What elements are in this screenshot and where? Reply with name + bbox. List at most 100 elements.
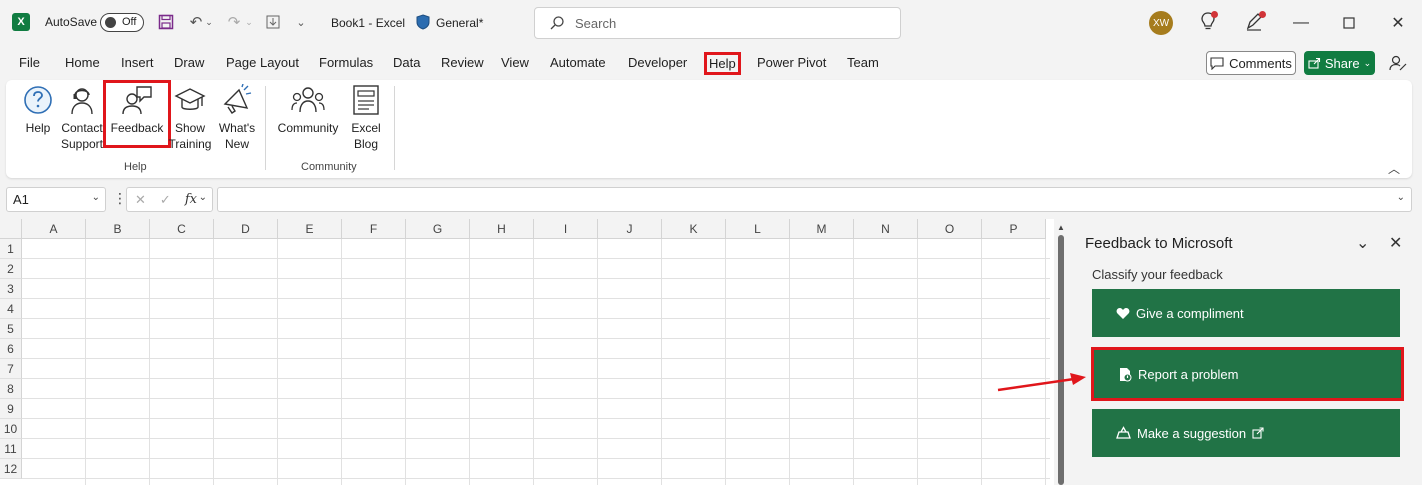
tab-file[interactable]: File bbox=[19, 55, 40, 70]
shield-icon[interactable] bbox=[416, 14, 430, 30]
chevron-down-icon[interactable]: ⌄ bbox=[199, 192, 207, 203]
column-header-m[interactable]: M bbox=[790, 219, 854, 239]
row-header-8[interactable]: 8 bbox=[0, 379, 22, 399]
chevron-down-icon[interactable]: ⌄ bbox=[92, 192, 100, 203]
name-box[interactable]: A1 ⌄ bbox=[6, 187, 106, 212]
tab-help[interactable]: Help bbox=[704, 52, 741, 75]
select-all-corner[interactable] bbox=[0, 219, 22, 239]
tab-insert[interactable]: Insert bbox=[121, 55, 154, 70]
formula-input[interactable]: ⌄ bbox=[217, 187, 1412, 212]
column-header-n[interactable]: N bbox=[854, 219, 918, 239]
column-header-b[interactable]: B bbox=[86, 219, 150, 239]
report-problem-icon bbox=[1120, 367, 1132, 381]
pane-close-icon[interactable]: ✕ bbox=[1389, 233, 1402, 253]
cell-area[interactable] bbox=[22, 239, 1050, 485]
community-icon bbox=[291, 87, 325, 113]
row-header-5[interactable]: 5 bbox=[0, 319, 22, 339]
row-header-10[interactable]: 10 bbox=[0, 419, 22, 439]
community-button[interactable]: Community bbox=[274, 84, 342, 136]
excel-blog-label-2: Blog bbox=[353, 137, 379, 151]
help-button[interactable]: Help bbox=[20, 84, 56, 136]
pen-icon[interactable] bbox=[1243, 10, 1266, 32]
column-header-p[interactable]: P bbox=[982, 219, 1046, 239]
column-header-h[interactable]: H bbox=[470, 219, 534, 239]
maximize-icon[interactable] bbox=[1334, 8, 1364, 38]
minimize-icon[interactable]: — bbox=[1286, 8, 1316, 38]
column-header-o[interactable]: O bbox=[918, 219, 982, 239]
spreadsheet-grid: ABCDEFGHIJKLMNOP 1 2 3 4 5 6 7 8 9 10 11 12 ▲ bbox=[0, 219, 1068, 485]
avatar[interactable]: XW bbox=[1149, 11, 1173, 35]
column-header-j[interactable]: J bbox=[598, 219, 662, 239]
tab-developer[interactable]: Developer bbox=[628, 55, 687, 70]
megaphone-icon bbox=[223, 84, 252, 114]
row-header-4[interactable]: 4 bbox=[0, 299, 22, 319]
row-header-2[interactable]: 2 bbox=[0, 259, 22, 279]
scroll-up-icon[interactable]: ▲ bbox=[1057, 223, 1065, 232]
coauthor-icon[interactable] bbox=[1389, 54, 1407, 75]
autosave-toggle[interactable]: Off bbox=[100, 13, 144, 32]
column-header-l[interactable]: L bbox=[726, 219, 790, 239]
search-box[interactable]: Search bbox=[534, 7, 901, 39]
report-problem-button[interactable]: Report a problem bbox=[1091, 347, 1404, 401]
more-options-icon[interactable]: ⋮ bbox=[113, 190, 127, 207]
tab-view[interactable]: View bbox=[501, 55, 529, 70]
tab-page-layout[interactable]: Page Layout bbox=[226, 55, 299, 70]
redo-dropdown-icon[interactable]: ⌄ bbox=[243, 11, 255, 33]
redo-icon[interactable]: ↷ bbox=[223, 11, 245, 33]
lightbulb-icon[interactable] bbox=[1197, 10, 1219, 32]
collapse-ribbon-icon[interactable]: ︿ bbox=[1388, 160, 1400, 177]
share-button[interactable]: Share ⌄ bbox=[1304, 51, 1375, 75]
group-separator bbox=[265, 86, 266, 170]
column-header-f[interactable]: F bbox=[342, 219, 406, 239]
close-icon[interactable]: ✕ bbox=[1383, 8, 1413, 38]
row-header-3[interactable]: 3 bbox=[0, 279, 22, 299]
tab-power-pivot[interactable]: Power Pivot bbox=[757, 55, 826, 70]
insert-function-icon[interactable]: fx bbox=[185, 192, 197, 207]
vertical-scrollbar[interactable]: ▲ bbox=[1054, 219, 1068, 485]
search-icon bbox=[549, 15, 565, 34]
pane-options-chevron-icon[interactable]: ⌄ bbox=[1356, 233, 1369, 253]
tab-automate[interactable]: Automate bbox=[550, 55, 606, 70]
excel-logo-icon: X bbox=[12, 13, 30, 31]
sort-icon[interactable] bbox=[262, 11, 284, 33]
column-header-i[interactable]: I bbox=[534, 219, 598, 239]
comments-button[interactable]: Comments bbox=[1206, 51, 1296, 75]
tab-home[interactable]: Home bbox=[65, 55, 100, 70]
sensitivity-label[interactable]: General* bbox=[436, 16, 483, 30]
column-header-e[interactable]: E bbox=[278, 219, 342, 239]
row-header-11[interactable]: 11 bbox=[0, 439, 22, 459]
tab-team[interactable]: Team bbox=[847, 55, 879, 70]
row-header-6[interactable]: 6 bbox=[0, 339, 22, 359]
feedback-icon bbox=[122, 86, 152, 115]
tab-review[interactable]: Review bbox=[441, 55, 484, 70]
whats-new-button[interactable]: What's New bbox=[216, 84, 258, 152]
column-header-k[interactable]: K bbox=[662, 219, 726, 239]
column-header-d[interactable]: D bbox=[214, 219, 278, 239]
scrollbar-thumb[interactable] bbox=[1058, 235, 1064, 485]
undo-dropdown-icon[interactable]: ⌄ bbox=[203, 11, 215, 33]
customize-qat-icon[interactable]: ⌄ bbox=[292, 11, 310, 33]
enter-check-icon[interactable]: ✓ bbox=[160, 192, 171, 208]
row-header-7[interactable]: 7 bbox=[0, 359, 22, 379]
excel-blog-button[interactable]: Excel Blog bbox=[346, 84, 386, 152]
column-header-a[interactable]: A bbox=[22, 219, 86, 239]
feedback-label: Feedback bbox=[110, 121, 164, 135]
community-label: Community bbox=[277, 121, 339, 135]
save-icon[interactable] bbox=[155, 11, 177, 33]
contact-support-button[interactable]: Contact Support bbox=[60, 84, 104, 152]
tab-data[interactable]: Data bbox=[393, 55, 420, 70]
formula-controls: ✕ ✓ fx ⌄ bbox=[126, 187, 213, 212]
show-training-button[interactable]: Show Training bbox=[169, 84, 211, 152]
cancel-icon[interactable]: ✕ bbox=[135, 192, 146, 208]
row-header-12[interactable]: 12 bbox=[0, 459, 22, 479]
give-compliment-button[interactable]: Give a compliment bbox=[1092, 289, 1400, 337]
column-header-g[interactable]: G bbox=[406, 219, 470, 239]
feedback-button[interactable]: Feedback bbox=[109, 84, 165, 136]
row-header-9[interactable]: 9 bbox=[0, 399, 22, 419]
row-header-1[interactable]: 1 bbox=[0, 239, 22, 259]
expand-formula-bar-icon[interactable]: ⌄ bbox=[1397, 192, 1405, 203]
make-suggestion-button[interactable]: Make a suggestion bbox=[1092, 409, 1400, 457]
tab-draw[interactable]: Draw bbox=[174, 55, 204, 70]
column-header-c[interactable]: C bbox=[150, 219, 214, 239]
tab-formulas[interactable]: Formulas bbox=[319, 55, 373, 70]
